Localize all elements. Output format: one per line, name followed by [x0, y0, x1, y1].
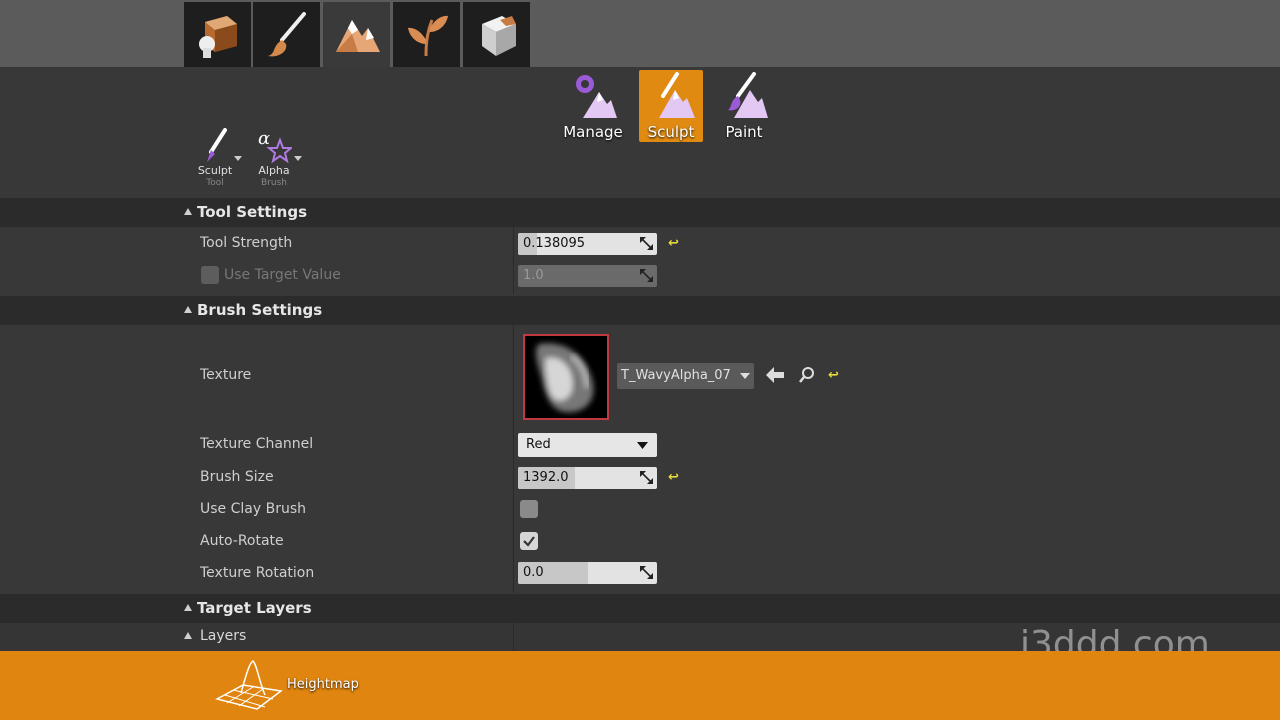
column-divider [513, 227, 514, 294]
foliage-mode-icon [408, 15, 448, 57]
texture-channel-dropdown[interactable]: Red [518, 433, 657, 457]
field-value: 1392.0 [523, 470, 569, 485]
brush-size-field[interactable]: 1392.0 [518, 467, 657, 489]
use-clay-brush-checkbox[interactable] [520, 500, 538, 518]
mode-tab-foliage[interactable] [393, 2, 460, 67]
heightmap-label: Heightmap [287, 677, 359, 692]
target-value-field[interactable]: 1.0 [518, 265, 657, 287]
paint-icon [728, 72, 768, 118]
chevron-down-icon [294, 156, 302, 161]
heightmap-grid-icon [215, 660, 283, 710]
section-title: Tool Settings [197, 203, 308, 221]
texture-label: Texture [200, 367, 252, 383]
alpha-brush-sublabel: Brush [261, 178, 287, 188]
place-mode-icon [199, 16, 237, 58]
mode-tab-landscape[interactable] [323, 2, 390, 67]
browse-search-icon[interactable] [798, 366, 816, 384]
texture-channel-value: Red [526, 437, 551, 452]
chevron-down-icon [234, 156, 242, 161]
submode-label: Manage [563, 123, 623, 141]
reset-default-icon[interactable]: ↩ [668, 470, 679, 485]
use-target-value-label: Use Target Value [224, 267, 341, 283]
manage-icon [576, 75, 617, 118]
texture-rotation-field[interactable]: 0.0 [518, 562, 657, 584]
sculpt-tool-button[interactable]: Sculpt Tool [198, 128, 245, 190]
expand-arrows-icon [640, 471, 653, 484]
brush-settings-header[interactable]: Brush Settings [0, 296, 1280, 325]
column-divider [513, 623, 514, 651]
sculpt-tool-icon [207, 128, 227, 162]
field-value: 1.0 [523, 268, 544, 283]
submode-label: Paint [725, 123, 763, 141]
svg-text:α: α [258, 128, 270, 149]
expand-arrows-icon [640, 566, 653, 579]
texture-asset-name: T_WavyAlpha_07 [621, 368, 731, 383]
submode-manage[interactable]: Manage [561, 70, 625, 142]
texture-rotation-label: Texture Rotation [200, 565, 315, 581]
collapse-triangle-icon [184, 208, 192, 215]
alpha-brush-icon: α [258, 128, 292, 164]
layers-label: Layers [200, 628, 247, 644]
target-layers-header[interactable]: Target Layers [0, 594, 1280, 623]
submode-sculpt[interactable]: Sculpt [639, 70, 703, 142]
texture-channel-label: Texture Channel [200, 436, 314, 452]
reset-default-icon[interactable]: ↩ [828, 368, 839, 383]
brush-size-label: Brush Size [200, 469, 274, 485]
alpha-brush-button[interactable]: α Alpha Brush [258, 128, 304, 190]
sculpt-tool-sublabel: Tool [206, 178, 224, 188]
field-value: 0.0 [523, 565, 544, 580]
section-title: Brush Settings [197, 301, 323, 319]
geometry-mode-icon [482, 16, 516, 56]
tool-strength-label: Tool Strength [200, 235, 293, 251]
collapse-triangle-icon [184, 632, 192, 639]
column-divider [513, 325, 514, 593]
use-target-value-checkbox[interactable] [201, 266, 219, 284]
reset-default-icon[interactable]: ↩ [668, 236, 679, 251]
alpha-brush-label: Alpha [258, 164, 290, 177]
texture-thumbnail[interactable] [523, 334, 609, 420]
collapse-triangle-icon [184, 604, 192, 611]
landscape-mode-icon [336, 20, 380, 52]
use-selected-arrow-icon[interactable] [766, 367, 784, 383]
expand-arrows-icon [640, 269, 653, 282]
tool-settings-header[interactable]: Tool Settings [0, 198, 1280, 227]
submode-label: Sculpt [647, 123, 695, 141]
section-title: Target Layers [197, 599, 312, 617]
expand-arrows-icon [640, 237, 653, 250]
auto-rotate-checkbox[interactable] [520, 532, 538, 550]
texture-asset-dropdown[interactable]: T_WavyAlpha_07 [617, 363, 754, 389]
submode-paint[interactable]: Paint [712, 70, 776, 142]
mode-tab-paint[interactable] [253, 2, 320, 67]
use-clay-brush-label: Use Clay Brush [200, 501, 306, 517]
sculpt-tool-label: Sculpt [197, 164, 233, 177]
wavy-alpha-thumbnail-icon [535, 343, 594, 413]
chevron-down-icon [637, 442, 648, 449]
collapse-triangle-icon [184, 306, 192, 313]
heightmap-layer-item[interactable]: Heightmap [0, 651, 1280, 720]
sculpt-icon [659, 72, 695, 118]
tool-strength-field[interactable]: 0.138095 [518, 233, 657, 255]
chevron-down-icon [740, 373, 750, 379]
mode-tab-geometry[interactable] [463, 2, 530, 67]
mode-tab-place[interactable] [184, 2, 251, 67]
checkmark-icon [523, 536, 535, 547]
auto-rotate-label: Auto-Rotate [200, 533, 284, 549]
field-value: 0.138095 [523, 236, 586, 251]
paint-mode-icon [268, 12, 306, 57]
